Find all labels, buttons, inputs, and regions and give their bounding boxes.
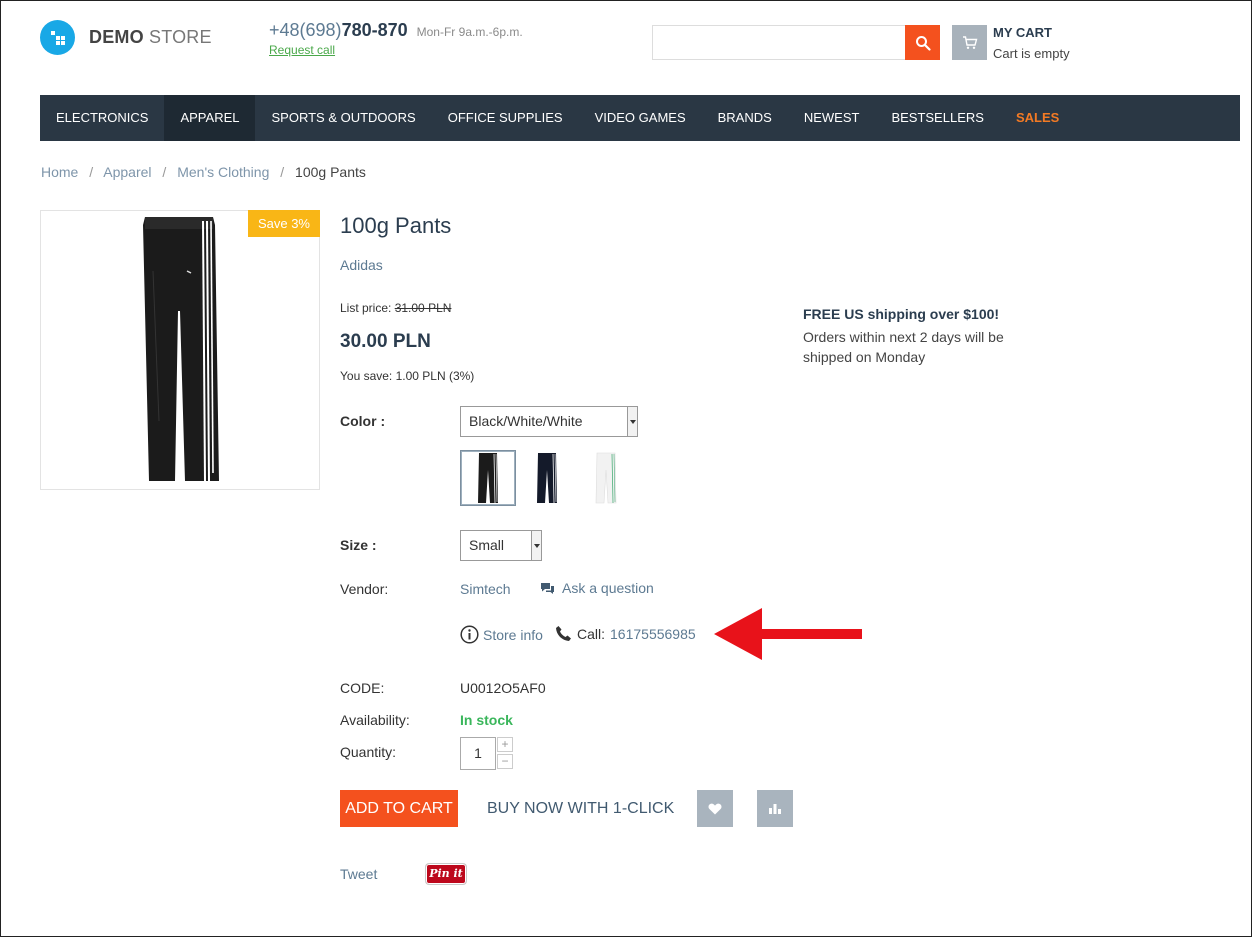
quantity-label: Quantity: bbox=[340, 744, 397, 760]
cart-icon bbox=[952, 25, 987, 60]
you-save: You save: 1.00 PLN (3%) bbox=[340, 369, 475, 383]
breadcrumb-separator: / bbox=[89, 164, 94, 180]
pants-thumbnail bbox=[537, 453, 557, 504]
wishlist-button[interactable] bbox=[697, 790, 733, 827]
annotation-arrow bbox=[714, 608, 862, 660]
shipping-title: FREE US shipping over $100! bbox=[803, 306, 1000, 322]
phone-block: +48(698)780-870 Mon-Fr 9a.m.-6p.m. Reque… bbox=[269, 20, 523, 57]
chevron-down-icon bbox=[531, 531, 541, 560]
heart-icon bbox=[708, 803, 722, 814]
availability-value: In stock bbox=[460, 712, 513, 728]
info-icon bbox=[460, 625, 479, 644]
store-info-label: Store info bbox=[483, 626, 543, 643]
breadcrumb-home[interactable]: Home bbox=[41, 164, 78, 180]
search-bar bbox=[652, 25, 940, 60]
call-label: Call: bbox=[577, 625, 606, 642]
list-price-value: 31.00 PLN bbox=[394, 301, 452, 315]
ask-question-label: Ask a question bbox=[562, 580, 654, 596]
color-swatch-black[interactable] bbox=[460, 450, 516, 506]
nav-item-newest[interactable]: NEWEST bbox=[788, 95, 876, 141]
search-icon bbox=[915, 35, 931, 51]
nav-item-apparel[interactable]: APPAREL bbox=[164, 95, 256, 141]
code-value: U0012O5AF0 bbox=[460, 680, 546, 696]
search-input[interactable] bbox=[652, 25, 905, 60]
save-badge: Save 3% bbox=[247, 210, 320, 237]
store-logo[interactable]: DEMO STORE bbox=[40, 20, 212, 55]
nav-item-office-supplies[interactable]: OFFICE SUPPLIES bbox=[432, 95, 579, 141]
breadcrumb-separator: / bbox=[162, 164, 167, 180]
pinit-button[interactable]: Pin it bbox=[426, 864, 466, 884]
nav-item-sports-outdoors[interactable]: SPORTS & OUTDOORS bbox=[255, 95, 431, 141]
list-price-label: List price: bbox=[340, 301, 392, 315]
code-label: CODE: bbox=[340, 680, 385, 696]
size-select[interactable]: Small bbox=[460, 530, 542, 561]
color-select-value: Black/White/White bbox=[469, 413, 583, 429]
quantity-increase-button[interactable]: + bbox=[497, 737, 513, 752]
logo-text-bold: DEMO bbox=[89, 27, 144, 47]
logo-text-light: STORE bbox=[149, 27, 212, 47]
phone-number: 780-870 bbox=[341, 20, 408, 40]
breadcrumb-current: 100g Pants bbox=[295, 164, 366, 180]
shipping-info: FREE US shipping over $100! Orders withi… bbox=[803, 306, 1013, 367]
vendor-label: Vendor: bbox=[340, 581, 389, 597]
availability-label: Availability: bbox=[340, 712, 410, 728]
size-select-value: Small bbox=[469, 537, 505, 553]
list-price: List price: 31.00 PLN bbox=[340, 301, 451, 315]
buy-now-one-click-button[interactable]: BUY NOW WITH 1-CLICK bbox=[487, 800, 674, 818]
compare-button[interactable] bbox=[757, 790, 793, 827]
size-label: Size : bbox=[340, 537, 377, 553]
color-select[interactable]: Black/White/White bbox=[460, 406, 638, 437]
chevron-down-icon bbox=[627, 407, 637, 436]
request-call-link[interactable]: Request call bbox=[269, 43, 523, 57]
cart-title: MY CART bbox=[993, 25, 1052, 40]
phone-hours: Mon-Fr 9a.m.-6p.m. bbox=[416, 25, 523, 39]
tweet-link[interactable]: Tweet bbox=[340, 866, 377, 882]
quantity-decrease-button[interactable]: − bbox=[497, 754, 513, 769]
nav-item-video-games[interactable]: VIDEO GAMES bbox=[579, 95, 702, 141]
color-swatch-white[interactable] bbox=[578, 450, 634, 506]
breadcrumb-mens-clothing[interactable]: Men's Clothing bbox=[177, 164, 269, 180]
mini-cart[interactable]: MY CART Cart is empty bbox=[952, 25, 1070, 61]
call-number-link[interactable]: 16175556985 bbox=[610, 626, 696, 642]
call-vendor: Call: 16175556985 bbox=[555, 625, 696, 642]
pants-image bbox=[143, 217, 219, 482]
vendor-link[interactable]: Simtech bbox=[460, 581, 511, 597]
phone-code: +48(698) bbox=[269, 20, 342, 40]
bar-chart-icon bbox=[769, 804, 781, 814]
color-swatch-navy[interactable] bbox=[519, 450, 575, 506]
product-title: 100g Pants bbox=[340, 213, 452, 238]
logo-icon bbox=[40, 20, 75, 55]
nav-item-sales[interactable]: SALES bbox=[1000, 95, 1075, 141]
cart-status: Cart is empty bbox=[993, 46, 1070, 61]
main-nav: ELECTRONICS APPAREL SPORTS & OUTDOORS OF… bbox=[40, 95, 1240, 141]
quantity-input[interactable]: 1 bbox=[460, 737, 496, 770]
product-brand[interactable]: Adidas bbox=[340, 257, 383, 273]
breadcrumb-separator: / bbox=[280, 164, 285, 180]
logo-text: DEMO STORE bbox=[89, 27, 212, 48]
chat-icon bbox=[541, 582, 554, 594]
shipping-text: Orders within next 2 days will be shippe… bbox=[803, 329, 1004, 365]
search-button[interactable] bbox=[905, 25, 940, 60]
ask-question-link[interactable]: Ask a question bbox=[540, 580, 654, 596]
nav-item-electronics[interactable]: ELECTRONICS bbox=[40, 95, 164, 141]
breadcrumb-apparel[interactable]: Apparel bbox=[103, 164, 151, 180]
store-info-link[interactable]: Store info bbox=[460, 625, 543, 644]
nav-item-bestsellers[interactable]: BESTSELLERS bbox=[875, 95, 1000, 141]
phone-icon bbox=[556, 626, 571, 641]
nav-item-brands[interactable]: BRANDS bbox=[702, 95, 788, 141]
product-main-image[interactable]: Save 3% bbox=[40, 210, 320, 490]
product-price: 30.00 PLN bbox=[340, 331, 431, 352]
color-label: Color : bbox=[340, 413, 386, 429]
breadcrumb: Home / Apparel / Men's Clothing / 100g P… bbox=[41, 164, 366, 180]
pants-thumbnail bbox=[478, 453, 498, 504]
pants-thumbnail bbox=[595, 452, 617, 504]
add-to-cart-button[interactable]: ADD TO CART bbox=[340, 790, 458, 827]
